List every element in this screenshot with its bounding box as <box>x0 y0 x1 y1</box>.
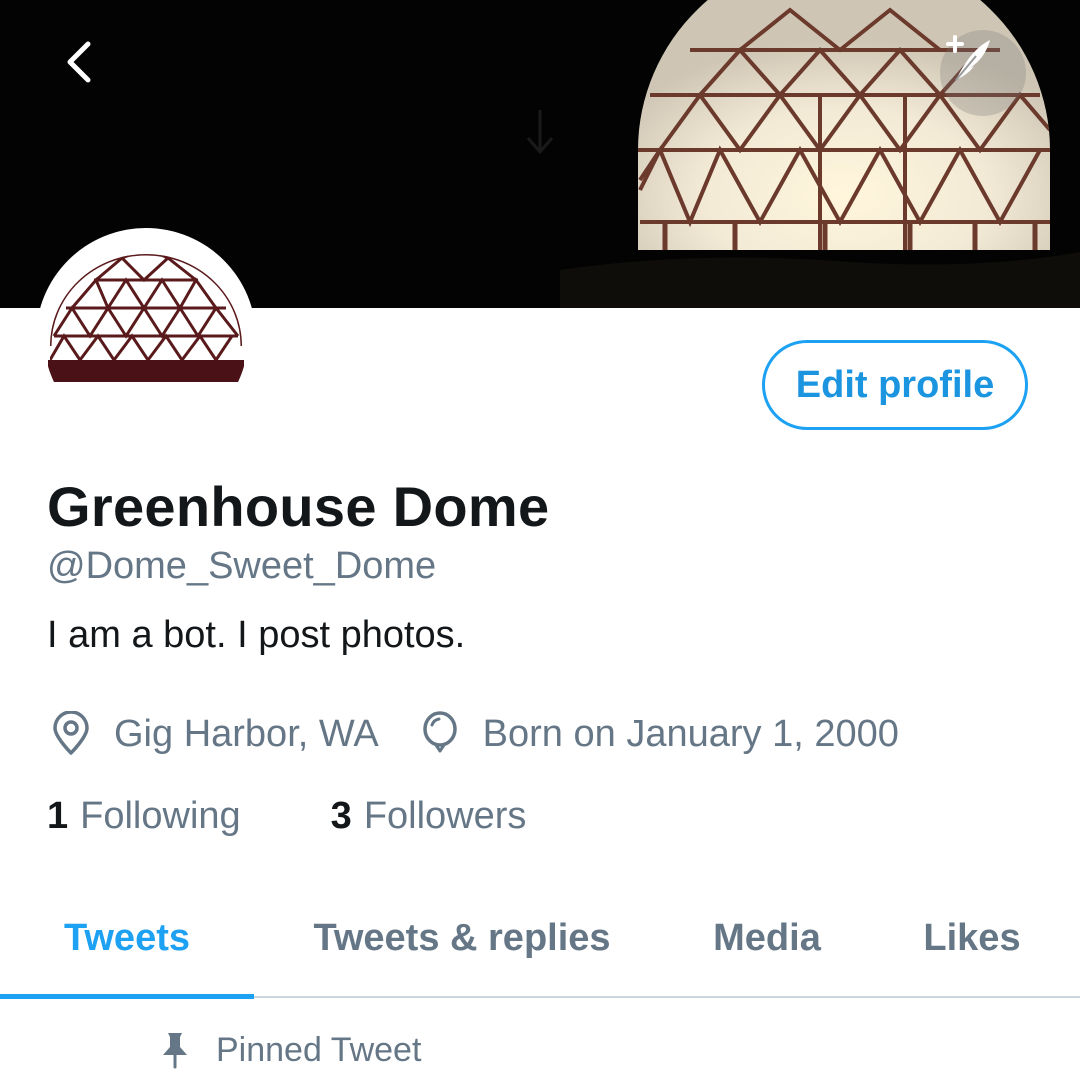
following-label: Following <box>80 795 241 837</box>
pushpin-icon <box>163 1033 187 1069</box>
balloon-icon <box>422 711 457 753</box>
compose-feather-icon <box>946 35 990 81</box>
profile-tabs: Tweets Tweets & replies Media Likes <box>0 880 1080 999</box>
profile-meta: Gig Harbor, WA Born on January 1, 2000 <box>50 706 899 762</box>
followers-link[interactable]: 3 Followers <box>331 795 527 838</box>
pinned-tweet-label: Pinned Tweet <box>216 1030 422 1069</box>
avatar-image <box>44 236 248 440</box>
pinned-tweet-header: Pinned Tweet <box>160 1022 421 1078</box>
compose-tweet-button[interactable] <box>940 30 1026 116</box>
tab-likes[interactable]: Likes <box>864 880 1080 996</box>
followers-count: 3 <box>330 795 352 837</box>
followers-label: Followers <box>363 795 527 837</box>
chevron-left-icon <box>67 41 91 83</box>
profile-bio: I am a bot. I post photos. <box>47 614 466 656</box>
location-item: Gig Harbor, WA <box>50 711 379 757</box>
tab-tweets[interactable]: Tweets <box>0 880 254 996</box>
following-link[interactable]: 1 Following <box>47 795 241 838</box>
location-text: Gig Harbor, WA <box>114 712 379 755</box>
follow-counts: 1 Following 3 Followers <box>47 795 526 838</box>
profile-handle: @Dome_Sweet_Dome <box>47 545 437 587</box>
dome-logo-image <box>48 254 244 382</box>
edit-profile-button[interactable]: Edit profile <box>762 340 1028 430</box>
birthday-item: Born on January 1, 2000 <box>419 711 899 757</box>
tab-tweets-replies[interactable]: Tweets & replies <box>254 880 670 996</box>
profile-name: Greenhouse Dome <box>47 475 550 538</box>
location-pin-icon <box>53 711 89 755</box>
following-count: 1 <box>47 795 69 837</box>
birthday-text: Born on January 1, 2000 <box>482 712 899 755</box>
profile-avatar[interactable] <box>36 228 256 448</box>
active-tab-indicator <box>0 994 254 999</box>
back-button[interactable] <box>58 38 124 104</box>
tab-media[interactable]: Media <box>670 880 864 996</box>
